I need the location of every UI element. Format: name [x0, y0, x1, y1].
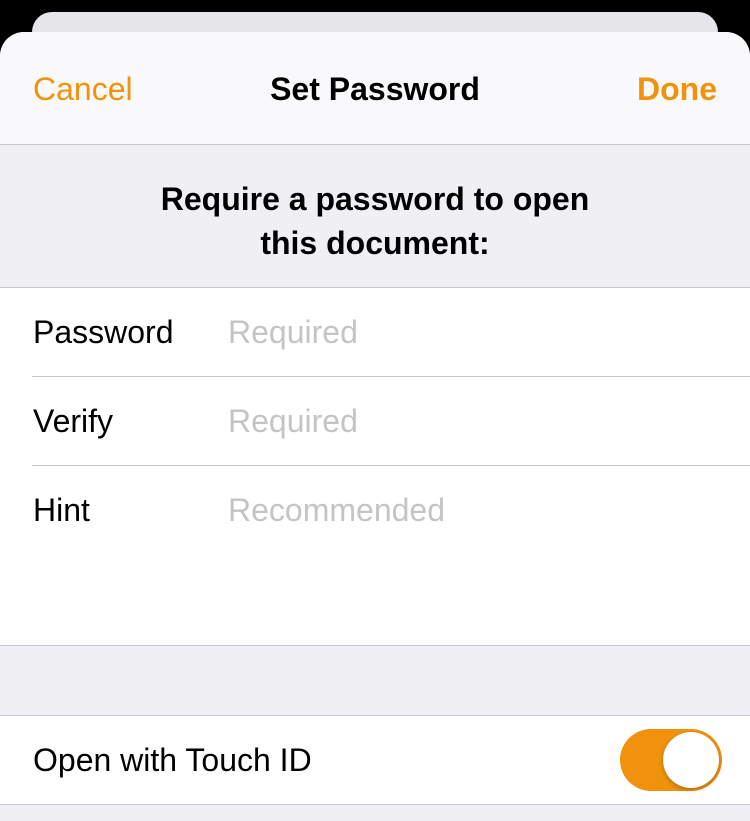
verify-row: Verify [32, 377, 750, 466]
touch-id-label: Open with Touch ID [33, 742, 312, 778]
section-header-line-1: Require a password to open [160, 181, 590, 217]
password-row: Password [32, 288, 750, 377]
hint-input[interactable] [228, 486, 728, 534]
password-label: Password [33, 314, 174, 350]
verify-label: Verify [33, 403, 114, 439]
touch-id-toggle[interactable] [620, 729, 722, 791]
section-header-line-2: this document: [260, 225, 490, 261]
verify-input[interactable] [228, 397, 728, 445]
password-form: Password Verify Hint [0, 287, 750, 646]
navigation-bar: Cancel Set Password Done [0, 32, 750, 145]
hint-row: Hint [32, 466, 750, 554]
done-button[interactable]: Done [637, 70, 717, 108]
section-header: Require a password to open this document… [0, 177, 750, 265]
set-password-sheet: Cancel Set Password Done Require a passw… [0, 32, 750, 821]
touch-id-row: Open with Touch ID [0, 715, 750, 805]
password-input[interactable] [228, 308, 728, 356]
hint-label: Hint [33, 492, 90, 528]
toggle-knob [663, 732, 719, 788]
